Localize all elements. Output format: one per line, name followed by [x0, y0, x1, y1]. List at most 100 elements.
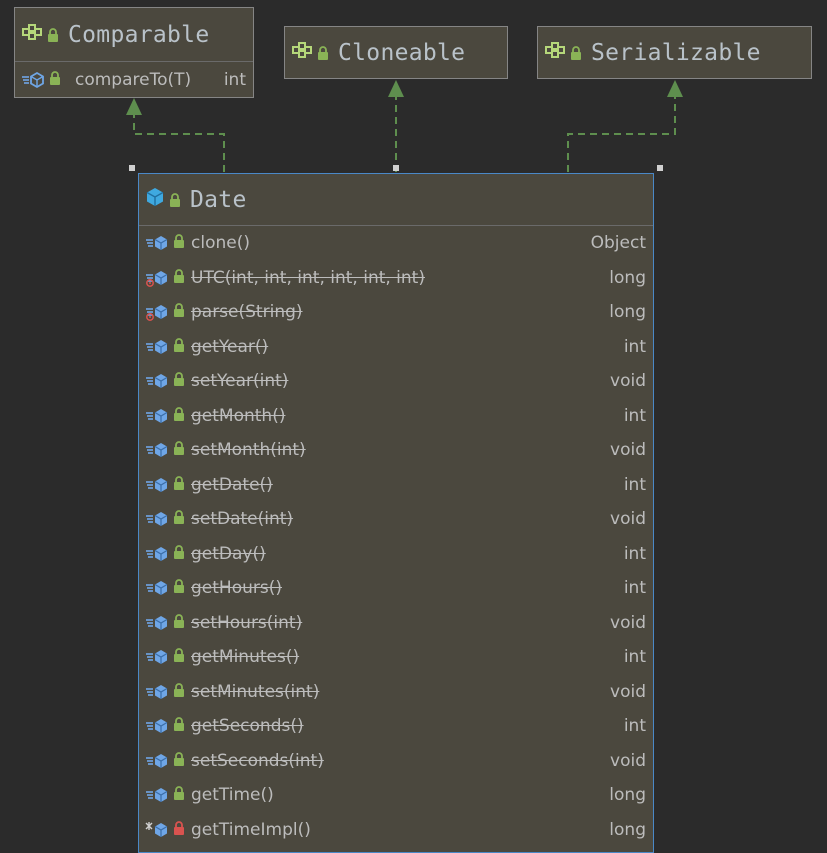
interface-name: Serializable: [591, 39, 761, 66]
method-name: setMinutes(int): [191, 681, 320, 702]
interface-comparable-header: Comparable: [15, 8, 253, 61]
method-icon: [145, 510, 169, 528]
interface-icon: [21, 22, 43, 48]
method-icon: [145, 614, 169, 632]
lock-icon: [169, 187, 181, 213]
method-name: getTime(): [191, 785, 274, 806]
method-return-type: Object: [590, 233, 646, 254]
method-return-type: long: [609, 267, 646, 288]
method-icon: [145, 234, 169, 252]
interface-cloneable[interactable]: Cloneable: [284, 26, 508, 79]
method-row[interactable]: setYear(int) void: [139, 364, 653, 399]
method-return-type: void: [610, 750, 646, 771]
lock-icon: [173, 268, 185, 288]
method-row[interactable]: getHours() int: [139, 571, 653, 606]
method-icons: [139, 716, 191, 736]
interface-serializable-header: Serializable: [538, 27, 811, 78]
method-icon: [145, 752, 169, 770]
interface-icon: [291, 40, 313, 66]
method-name: setMonth(int): [191, 440, 306, 461]
class-date-header: Date: [139, 174, 653, 225]
static-method-icon: [145, 269, 169, 287]
member-icons: [15, 70, 75, 90]
interface-name: Comparable: [68, 21, 210, 48]
class-date[interactable]: Date clone() Object UTC(int, int, int, int…: [138, 173, 654, 853]
arrowhead-serializable: [667, 80, 683, 97]
method-icons: [139, 406, 191, 426]
lock-icon: [49, 70, 61, 90]
method-icons: [139, 337, 191, 357]
interface-cloneable-header: Cloneable: [285, 27, 507, 78]
method-row[interactable]: getYear() int: [139, 330, 653, 365]
method-icon: [145, 338, 169, 356]
lock-icon: [173, 613, 185, 633]
arrowhead-cloneable: [388, 80, 404, 97]
abstract-method-icon: [22, 71, 44, 89]
method-icon: [145, 579, 169, 597]
method-icons: [139, 613, 191, 633]
method-return-type: void: [610, 612, 646, 633]
lock-icon: [173, 406, 185, 426]
method-row[interactable]: getSeconds() int: [139, 709, 653, 744]
method-icons: [139, 475, 191, 495]
method-icons: [139, 682, 191, 702]
method-name: setDate(int): [191, 509, 294, 530]
method-row[interactable]: getDay() int: [139, 537, 653, 572]
interface-icon: [544, 40, 566, 66]
method-return-type: void: [610, 681, 646, 702]
method-icon: [145, 683, 169, 701]
lock-icon: [173, 371, 185, 391]
method-row[interactable]: setSeconds(int) void: [139, 744, 653, 779]
method-row[interactable]: setMonth(int) void: [139, 433, 653, 468]
method-name: getDay(): [191, 543, 266, 564]
interface-comparable[interactable]: Comparable compareTo(T) int: [14, 7, 254, 98]
method-return-type: int: [623, 405, 646, 426]
method-row[interactable]: getDate() int: [139, 468, 653, 503]
method-icons: [139, 509, 191, 529]
arrowhead-comparable: [126, 98, 142, 115]
lock-icon: [173, 682, 185, 702]
method-row[interactable]: getMonth() int: [139, 399, 653, 434]
method-row[interactable]: setHours(int) void: [139, 606, 653, 641]
selection-handle[interactable]: [129, 165, 135, 171]
method-name: setSeconds(int): [191, 750, 324, 771]
method-row[interactable]: parse(String) long: [139, 295, 653, 330]
method-icons: [139, 544, 191, 564]
method-row[interactable]: getMinutes() int: [139, 640, 653, 675]
method-return-type: void: [610, 440, 646, 461]
method-row[interactable]: getTime() long: [139, 778, 653, 813]
method-icon: [145, 786, 169, 804]
selection-handle[interactable]: [393, 165, 399, 171]
method-row[interactable]: setDate(int) void: [139, 502, 653, 537]
method-row[interactable]: UTC(int, int, int, int, int, int) long: [139, 261, 653, 296]
edge-date-comparable: [133, 114, 225, 172]
method-icons: [139, 268, 191, 288]
method-name: getMinutes(): [191, 647, 300, 668]
lock-icon: [173, 647, 185, 667]
lock-icon: [173, 751, 185, 771]
method-icons: [139, 233, 191, 253]
method-return-type: int: [623, 647, 646, 668]
method-name: parse(String): [191, 302, 303, 323]
edge-date-serializable: [567, 96, 676, 172]
lock-icon: [173, 475, 185, 495]
interface-serializable[interactable]: Serializable: [537, 26, 812, 79]
method-name: clone(): [191, 233, 250, 254]
class-icon: [145, 187, 165, 213]
method-icon: [145, 648, 169, 666]
member-row[interactable]: compareTo(T) int: [15, 62, 253, 98]
method-row[interactable]: getTimeImpl() long: [139, 813, 653, 848]
method-return-type: long: [609, 785, 646, 806]
lock-icon: [173, 544, 185, 564]
method-name: setHours(int): [191, 612, 303, 633]
member-name: compareTo(T): [75, 70, 192, 90]
lock-icon: [173, 233, 185, 253]
method-icons: [139, 647, 191, 667]
method-return-type: void: [610, 371, 646, 392]
method-row[interactable]: clone() Object: [139, 226, 653, 261]
selection-handle[interactable]: [657, 165, 663, 171]
private-method-icon: [145, 821, 169, 839]
method-icons: [139, 440, 191, 460]
method-return-type: int: [623, 578, 646, 599]
method-row[interactable]: setMinutes(int) void: [139, 675, 653, 710]
